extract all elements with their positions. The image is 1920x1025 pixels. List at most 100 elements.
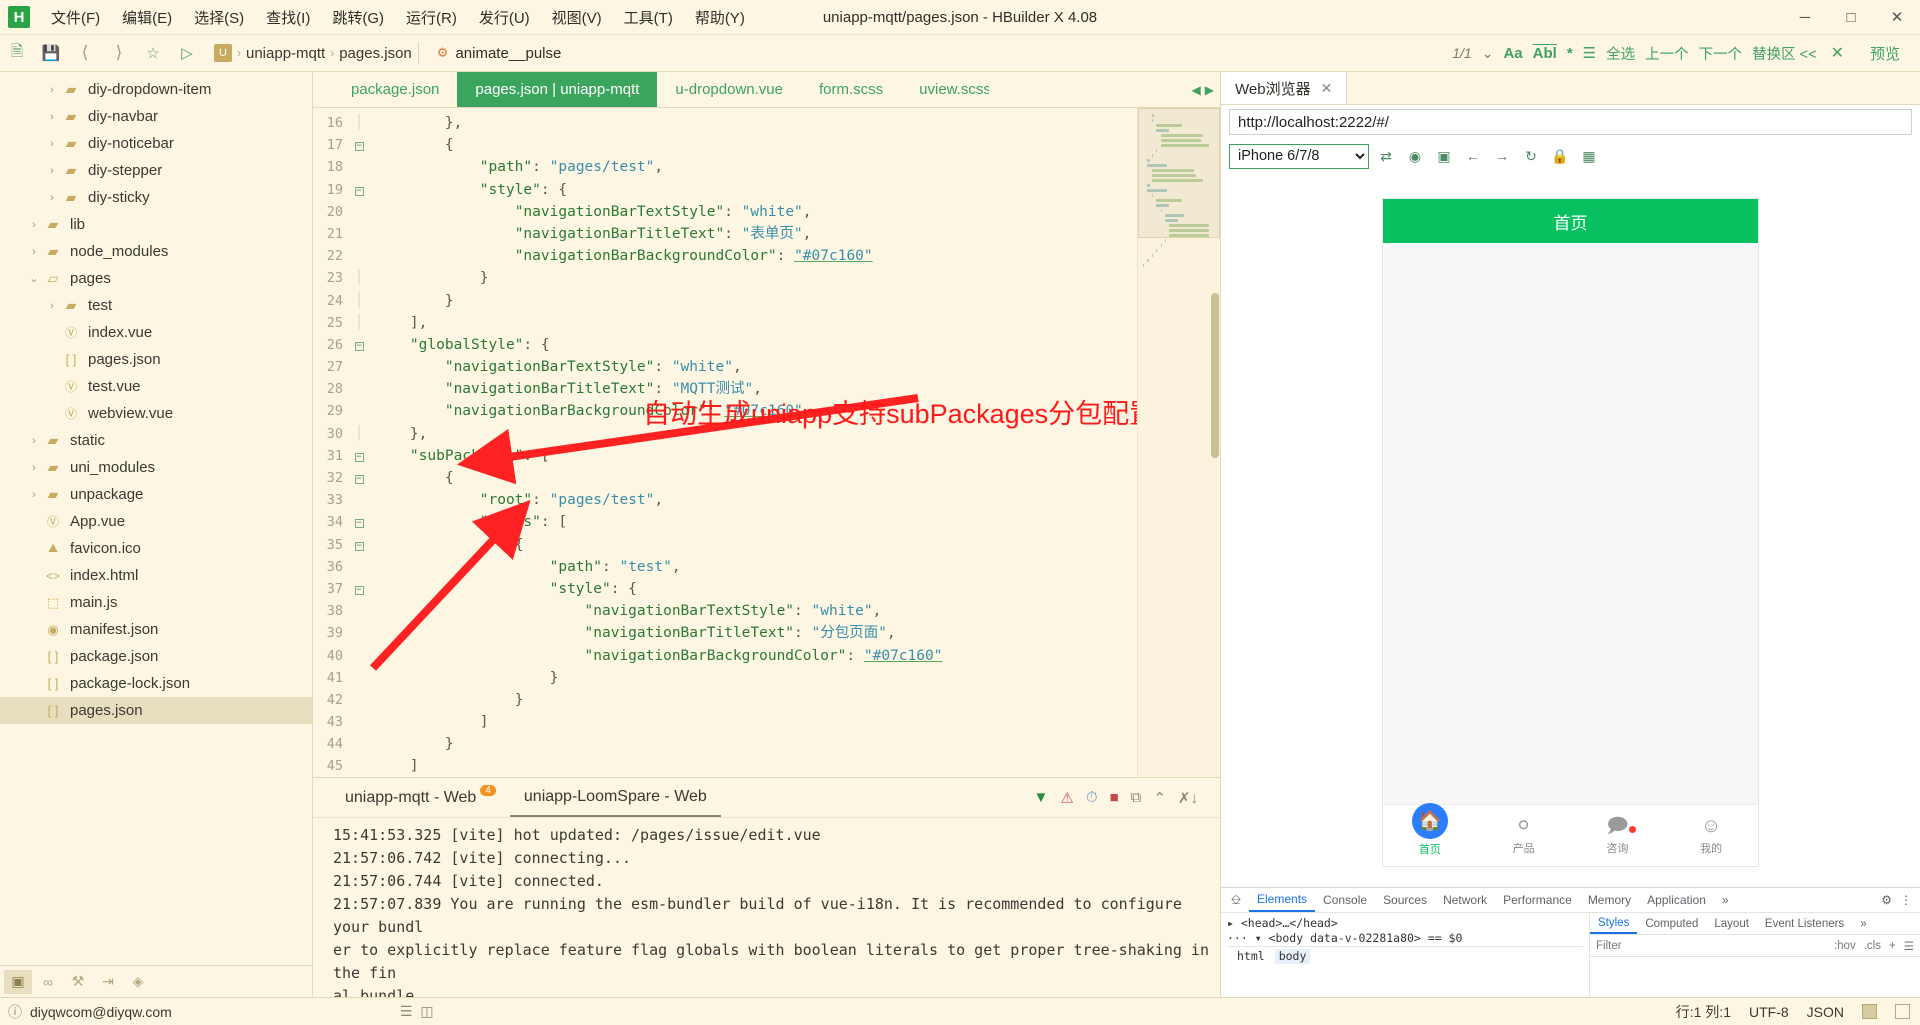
new-file-icon[interactable]: 🗎 bbox=[2, 40, 32, 66]
run-icon[interactable]: ▷ bbox=[172, 40, 202, 66]
tab-pages-json[interactable]: pages.json | uniapp-mqtt bbox=[457, 72, 657, 107]
project-manager-icon[interactable]: ▣ bbox=[4, 970, 32, 994]
find-next-button[interactable]: 下一个 bbox=[1699, 43, 1743, 64]
code-line[interactable]: 32− { bbox=[313, 467, 1137, 489]
devtools-tab-elements[interactable]: Elements bbox=[1249, 888, 1315, 912]
chevron-right-icon[interactable]: › bbox=[26, 435, 42, 447]
code-line[interactable]: 36 "path": "test", bbox=[313, 556, 1137, 578]
filter-icon[interactable]: ▼ bbox=[1034, 789, 1049, 806]
tree-item-pages[interactable]: ⌄▱pages bbox=[0, 265, 312, 292]
fold-toggle-icon[interactable]: − bbox=[351, 467, 367, 489]
code-line[interactable]: 24│ } bbox=[313, 290, 1137, 312]
link-icon[interactable]: ∞ bbox=[34, 970, 62, 994]
dom-node-head[interactable]: ▸ <head>…</head> bbox=[1227, 916, 1583, 931]
styles-tab-event-listeners[interactable]: Event Listeners bbox=[1757, 913, 1852, 934]
fold-toggle-icon[interactable]: − bbox=[351, 134, 367, 156]
tree-item-test-vue[interactable]: ›Ⓥtest.vue bbox=[0, 373, 312, 400]
dom-node-body[interactable]: ··· ▾ <body data-v-02281a80> == $0 bbox=[1227, 931, 1583, 946]
account-icon[interactable]: ⓘ bbox=[8, 1002, 22, 1022]
tab-form-scss[interactable]: form.scss bbox=[801, 72, 901, 107]
console-tools[interactable]: ▼ ⚠ ⏱ ■ ⧉ ⌃ ✗↓ bbox=[1034, 789, 1220, 807]
breadcrumb-body[interactable]: body bbox=[1275, 949, 1311, 964]
menu-goto[interactable]: 跳转(G) bbox=[321, 3, 395, 32]
find-prev-button[interactable]: 上一个 bbox=[1645, 43, 1689, 64]
regex-icon[interactable]: * bbox=[1567, 45, 1573, 62]
new-style-rule-button[interactable]: + bbox=[1889, 940, 1896, 952]
tree-item-diy-navbar[interactable]: ›▰diy-navbar bbox=[0, 103, 312, 130]
tools-icon[interactable]: ⚒ bbox=[64, 970, 92, 994]
account-email[interactable]: diyqwcom@diyqw.com bbox=[30, 1004, 172, 1020]
code-line[interactable]: 43 ] bbox=[313, 711, 1137, 733]
phone-page-body[interactable] bbox=[1383, 243, 1758, 804]
cursor-position[interactable]: 行:1 列:1 bbox=[1676, 1002, 1731, 1022]
code-line[interactable]: 35− { bbox=[313, 534, 1137, 556]
drop-icon[interactable]: ◈ bbox=[124, 970, 152, 994]
rotate-icon[interactable]: ⇄ bbox=[1374, 144, 1398, 168]
styles-tab-computed[interactable]: Computed bbox=[1637, 913, 1706, 934]
styles-menu-icon[interactable]: ☰ bbox=[1904, 939, 1914, 953]
chevron-right-icon[interactable]: › bbox=[44, 300, 60, 312]
clear-icon[interactable]: ✗↓ bbox=[1178, 789, 1198, 807]
code-line[interactable]: 18 "path": "pages/test", bbox=[313, 156, 1137, 178]
chevron-right-icon[interactable]: › bbox=[26, 246, 42, 258]
stop-icon[interactable]: ■ bbox=[1110, 789, 1119, 806]
find-input[interactable]: animate__pulse bbox=[455, 45, 561, 62]
tab-u-dropdown-vue[interactable]: u-dropdown.vue bbox=[657, 72, 801, 107]
chevron-right-icon[interactable]: › bbox=[44, 165, 60, 177]
menu-find[interactable]: 查找(I) bbox=[255, 3, 321, 32]
chevron-right-icon[interactable]: › bbox=[26, 219, 42, 231]
code-line[interactable]: 34− "pages": [ bbox=[313, 511, 1137, 533]
star-icon[interactable]: ☆ bbox=[138, 40, 168, 66]
devtools-tab-more[interactable]: » bbox=[1714, 888, 1737, 912]
menu-view[interactable]: 视图(V) bbox=[541, 3, 613, 32]
browser-tab[interactable]: Web浏览器 ✕ bbox=[1221, 72, 1347, 104]
chevron-down-icon[interactable]: ⌄ bbox=[26, 272, 42, 285]
collapse-icon[interactable]: ⌃ bbox=[1153, 789, 1166, 807]
copy-icon[interactable]: ⧉ bbox=[1131, 789, 1142, 806]
phone-tab-consult[interactable]: 🗩 咨询 bbox=[1571, 816, 1665, 856]
fold-toggle-icon[interactable]: − bbox=[351, 578, 367, 600]
panel-toggle-icon[interactable] bbox=[1895, 1004, 1910, 1019]
more-icon[interactable]: ⋮ bbox=[1900, 893, 1912, 907]
chevron-right-icon[interactable]: › bbox=[26, 489, 42, 501]
chevron-right-icon[interactable]: › bbox=[44, 111, 60, 123]
phone-tabbar[interactable]: 🏠 首页 ⚪ 产品 🗩 咨询 ☺ bbox=[1383, 804, 1758, 866]
code-line[interactable]: 31− "subPackages": [ bbox=[313, 445, 1137, 467]
code-line[interactable]: 41 } bbox=[313, 667, 1137, 689]
tree-item-diy-noticebar[interactable]: ›▰diy-noticebar bbox=[0, 130, 312, 157]
code-line[interactable]: 27 "navigationBarTextStyle": "white", bbox=[313, 356, 1137, 378]
code-line[interactable]: 26− "globalStyle": { bbox=[313, 334, 1137, 356]
tree-item-app-vue[interactable]: ›ⓋApp.vue bbox=[0, 508, 312, 535]
lock-icon[interactable]: 🔒 bbox=[1548, 144, 1572, 168]
reload-icon[interactable]: ↻ bbox=[1519, 144, 1543, 168]
styles-tab-styles[interactable]: Styles bbox=[1590, 913, 1637, 934]
grid-icon[interactable]: ▦ bbox=[1577, 144, 1601, 168]
console-tab-uniapp-mqtt[interactable]: uniapp-mqtt - Web 4 bbox=[331, 778, 510, 817]
devtools-tab-sources[interactable]: Sources bbox=[1375, 888, 1435, 912]
devtools-tabs[interactable]: ⎒ Elements Console Sources Network Perfo… bbox=[1221, 888, 1920, 913]
hover-state-button[interactable]: :hov bbox=[1834, 940, 1856, 952]
styles-tab-layout[interactable]: Layout bbox=[1706, 913, 1757, 934]
replace-toggle-button[interactable]: 替换区 << bbox=[1752, 43, 1816, 64]
code-line[interactable]: 33 "root": "pages/test", bbox=[313, 489, 1137, 511]
language-label[interactable]: JSON bbox=[1807, 1004, 1844, 1020]
preview-button[interactable]: 预览 bbox=[1858, 40, 1912, 67]
phone-tab-home[interactable]: 🏠 首页 bbox=[1383, 815, 1477, 857]
tree-item-diy-stepper[interactable]: ›▰diy-stepper bbox=[0, 157, 312, 184]
back-icon[interactable]: ⟨ bbox=[70, 40, 100, 66]
code-line[interactable]: 37− "style": { bbox=[313, 578, 1137, 600]
code-line[interactable]: 40 "navigationBarBackgroundColor": "#07c… bbox=[313, 645, 1137, 667]
editor-tabs[interactable]: package.json pages.json | uniapp-mqtt u-… bbox=[313, 72, 1220, 108]
phone-tab-mine[interactable]: ☺ 我的 bbox=[1664, 816, 1758, 856]
code-line[interactable]: 45 ] bbox=[313, 755, 1137, 777]
layout-icon[interactable] bbox=[1862, 1004, 1877, 1019]
phone-tab-product[interactable]: ⚪ 产品 bbox=[1477, 816, 1571, 856]
menu-run[interactable]: 运行(R) bbox=[395, 3, 468, 32]
find-close-icon[interactable]: ✕ bbox=[1827, 43, 1848, 63]
tree-item-webview-vue[interactable]: ›Ⓥwebview.vue bbox=[0, 400, 312, 427]
find-list-icon[interactable]: ☰ bbox=[1583, 44, 1596, 62]
styles-tab-more[interactable]: » bbox=[1852, 913, 1874, 934]
code-line[interactable]: 39 "navigationBarTitleText": "分包页面", bbox=[313, 622, 1137, 644]
tree-item-static[interactable]: ›▰static bbox=[0, 427, 312, 454]
fold-toggle-icon[interactable]: − bbox=[351, 511, 367, 533]
